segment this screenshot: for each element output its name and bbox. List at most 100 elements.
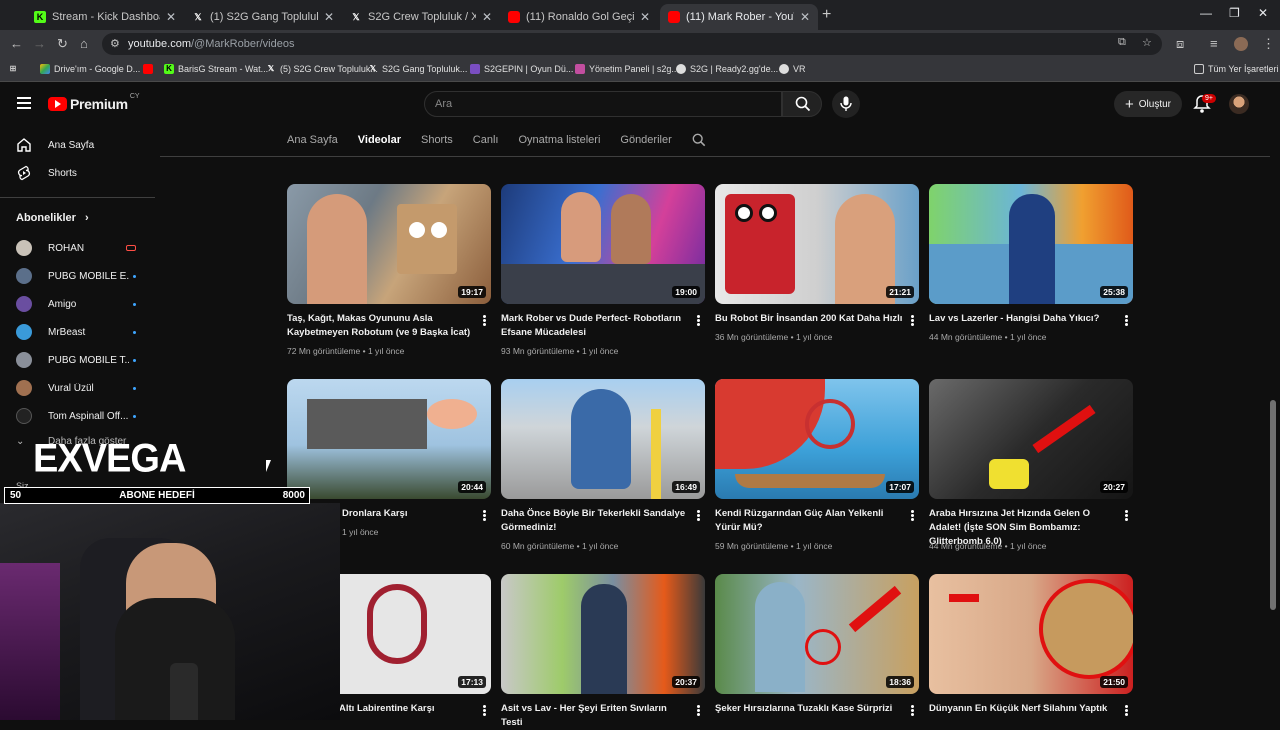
media-icon[interactable]: ≡ <box>1210 36 1218 51</box>
video-thumbnail[interactable]: 25:38 <box>929 184 1133 304</box>
subscription-item-tom[interactable]: Tom Aspinall Off... <box>16 408 136 424</box>
voice-search-button[interactable] <box>832 90 860 118</box>
tab-playlists[interactable]: Oynatma listeleri <box>518 134 600 146</box>
more-menu-icon[interactable]: ⋮ <box>1262 36 1275 52</box>
tab-s2g-crew[interactable]: 𝕏 S2G Crew Topluluk / X ✕ <box>342 4 500 30</box>
tab-posts[interactable]: Gönderiler <box>620 134 671 146</box>
forward-icon[interactable]: → <box>33 36 46 51</box>
close-icon[interactable]: ✕ <box>800 10 810 24</box>
bookmark-vr[interactable]: VR <box>779 64 806 74</box>
video-card[interactable]: 19:00 Mark Rober vs Dude Perfect- Robotl… <box>501 184 705 356</box>
reload-icon[interactable]: ↻ <box>57 36 68 52</box>
tab-ronaldo-video[interactable]: (11) Ronaldo Gol Geçirmez Robo ✕ <box>500 4 658 30</box>
install-icon[interactable]: ⧉ <box>1118 36 1126 49</box>
page-scrollbar[interactable] <box>1270 400 1276 610</box>
restore-icon[interactable]: ❐ <box>1229 6 1240 20</box>
more-options-icon[interactable] <box>1125 510 1128 521</box>
video-title[interactable]: Asit vs Lav - Her Şeyi Eriten Sıvıların … <box>501 702 689 730</box>
video-card[interactable]: 21:21 Bu Robot Bir İnsandan 200 Kat Daha… <box>715 184 919 342</box>
video-card[interactable]: 20:27 Araba Hırsızına Jet Hızında Gelen … <box>929 379 1133 551</box>
profile-icon[interactable] <box>1234 37 1248 51</box>
create-button[interactable]: + Oluştur <box>1114 91 1182 117</box>
bookmark-s2g-crew[interactable]: 𝕏 (5) S2G Crew Topluluk... <box>266 64 378 74</box>
minimize-icon[interactable]: — <box>1200 6 1212 20</box>
account-avatar[interactable] <box>1229 94 1249 114</box>
subscription-item-amigo[interactable]: Amigo <box>16 296 136 312</box>
more-options-icon[interactable] <box>483 315 486 326</box>
more-options-icon[interactable] <box>483 705 486 716</box>
extensions-icon[interactable]: ⧈ <box>1176 36 1184 52</box>
search-input[interactable] <box>425 92 781 116</box>
close-icon[interactable]: ✕ <box>324 10 334 24</box>
all-bookmarks[interactable]: Tüm Yer İşaretleri <box>1194 64 1279 74</box>
video-thumbnail[interactable]: 21:50 <box>929 574 1133 694</box>
video-title[interactable]: Şeker Hırsızlarına Tuzaklı Kase Sürprizi <box>715 702 903 716</box>
bookmark-s2gepin[interactable]: S2GEPIN | Oyun Dü... <box>470 64 573 74</box>
video-thumbnail[interactable]: 19:00 <box>501 184 705 304</box>
more-options-icon[interactable] <box>697 510 700 521</box>
apps-icon[interactable]: ⊞ <box>8 64 22 74</box>
subscription-item-pubg-t[interactable]: PUBG MOBILE T... <box>16 352 136 368</box>
bookmark-drive[interactable]: Drive'ım - Google D... <box>40 64 140 74</box>
subscription-item-vural[interactable]: Vural Üzül <box>16 380 136 396</box>
close-icon[interactable]: ✕ <box>640 10 650 24</box>
video-title[interactable]: Altı Labirentine Karşı <box>339 702 527 716</box>
video-thumbnail[interactable]: 16:49 <box>501 379 705 499</box>
video-card[interactable]: 21:50 Dünyanın En Küçük Nerf Silahını Ya… <box>929 574 1133 716</box>
video-thumbnail[interactable]: 20:27 <box>929 379 1133 499</box>
tab-live[interactable]: Canlı <box>473 134 499 146</box>
home-icon[interactable]: ⌂ <box>80 36 88 51</box>
video-title[interactable]: Lav vs Lazerler - Hangisi Daha Yıkıcı? <box>929 312 1117 326</box>
tab-home[interactable]: Ana Sayfa <box>287 134 338 146</box>
more-options-icon[interactable] <box>483 510 486 521</box>
video-card[interactable]: 19:17 Taş, Kağıt, Makas Oyununu Asla Kay… <box>287 184 491 356</box>
subscriptions-header[interactable]: Abonelikler › <box>16 212 89 224</box>
subscription-item-pubg-e[interactable]: PUBG MOBILE E... <box>16 268 136 284</box>
tab-s2g-gang[interactable]: 𝕏 (1) S2G Gang Topluluk / X ✕ <box>184 4 342 30</box>
bookmark-barisg[interactable]: K BarisG Stream - Wat... <box>164 64 268 74</box>
tab-videos[interactable]: Videolar <box>358 134 401 146</box>
search-box[interactable] <box>424 91 782 117</box>
video-thumbnail[interactable]: 20:44 <box>287 379 491 499</box>
more-options-icon[interactable] <box>911 705 914 716</box>
video-card[interactable]: 18:36 Şeker Hırsızlarına Tuzaklı Kase Sü… <box>715 574 919 716</box>
more-options-icon[interactable] <box>1125 705 1128 716</box>
video-title[interactable]: Daha Önce Böyle Bir Tekerlekli Sandalye … <box>501 507 689 535</box>
close-icon[interactable]: ✕ <box>482 10 492 24</box>
video-title[interactable]: Dünyanın En Küçük Nerf Silahını Yaptık <box>929 702 1117 716</box>
video-thumbnail[interactable]: 18:36 <box>715 574 919 694</box>
video-thumbnail[interactable]: 17:07 <box>715 379 919 499</box>
tab-shorts[interactable]: Shorts <box>421 134 453 146</box>
site-info-icon[interactable]: ⚙ <box>110 37 120 50</box>
sidebar-item-home[interactable]: Ana Sayfa <box>16 137 94 153</box>
back-icon[interactable]: ← <box>10 36 23 51</box>
more-options-icon[interactable] <box>911 315 914 326</box>
tab-kick-dashboard[interactable]: K Stream - Kick Dashboard ✕ <box>26 4 184 30</box>
video-title[interactable]: Bu Robot Bir İnsandan 200 Kat Daha Hızlı <box>715 312 903 326</box>
video-card[interactable]: 16:49 Daha Önce Böyle Bir Tekerlekli San… <box>501 379 705 551</box>
sidebar-item-shorts[interactable]: Shorts <box>16 165 77 181</box>
subscription-item-rohan[interactable]: ROHAN <box>16 240 136 256</box>
bookmark-s2g-gang[interactable]: 𝕏 S2G Gang Topluluk... <box>368 64 468 74</box>
youtube-premium-logo[interactable]: Premium CY <box>48 93 140 112</box>
bookmark-youtube[interactable] <box>143 64 157 74</box>
video-card[interactable]: 17:07 Kendi Rüzgarından Güç Alan Yelkenl… <box>715 379 919 551</box>
more-options-icon[interactable] <box>1125 315 1128 326</box>
more-options-icon[interactable] <box>697 315 700 326</box>
search-button[interactable] <box>782 91 822 117</box>
bookmark-yonetim[interactable]: Yönetim Paneli | s2g... <box>575 64 679 74</box>
more-options-icon[interactable] <box>911 510 914 521</box>
video-title[interactable]: Taş, Kağıt, Makas Oyununu Asla Kaybetmey… <box>287 312 475 340</box>
close-window-icon[interactable]: ✕ <box>1258 6 1268 20</box>
more-options-icon[interactable] <box>697 705 700 716</box>
video-title[interactable]: Kendi Rüzgarından Güç Alan Yelkenli Yürü… <box>715 507 903 535</box>
video-title[interactable]: Mark Rober vs Dude Perfect- Robotların E… <box>501 312 689 340</box>
video-thumbnail[interactable]: 21:21 <box>715 184 919 304</box>
video-thumbnail[interactable]: 19:17 <box>287 184 491 304</box>
address-bar[interactable]: ⚙ youtube.com/@MarkRober/videos ⧉ ☆ <box>102 33 1162 55</box>
bookmark-star-icon[interactable]: ☆ <box>1142 36 1152 49</box>
bookmark-ready2[interactable]: S2G | Ready2.gg'de... <box>676 64 778 74</box>
hamburger-menu-icon[interactable] <box>17 97 31 109</box>
video-card[interactable]: 25:38 Lav vs Lazerler - Hangisi Daha Yık… <box>929 184 1133 342</box>
search-icon[interactable] <box>692 133 706 147</box>
